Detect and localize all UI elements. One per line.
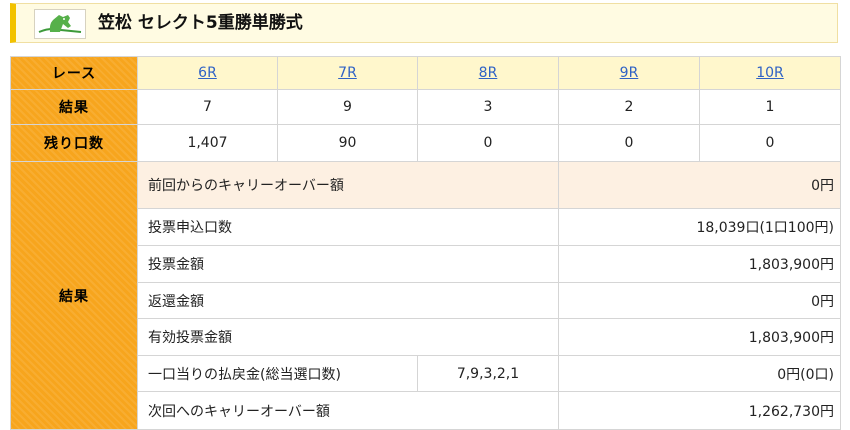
refund-value: 0円 [558, 282, 841, 319]
remaining-label: 残り口数 [10, 124, 138, 162]
carryover-out-label: 次回へのキャリーオーバー額 [137, 391, 559, 430]
carryover-in-label: 前回からのキャリーオーバー額 [137, 161, 559, 209]
payout-combination: 7,9,3,2,1 [417, 355, 559, 392]
result-label: 結果 [10, 89, 138, 125]
vote-amount-label: 投票金額 [137, 245, 559, 283]
remaining-value: 0 [699, 124, 841, 162]
tickets-label: 投票申込口数 [137, 208, 559, 246]
result-value: 1 [699, 89, 841, 125]
horse-head-logo-icon [34, 9, 86, 39]
race-label: レース [10, 56, 138, 90]
carryover-out-value: 1,262,730円 [558, 391, 841, 430]
result-value: 3 [417, 89, 559, 125]
result-value: 7 [137, 89, 278, 125]
refund-label: 返還金額 [137, 282, 559, 319]
result-value: 2 [558, 89, 700, 125]
result-value: 9 [277, 89, 418, 125]
race-link-8r[interactable]: 8R [417, 56, 559, 90]
race-link-9r[interactable]: 9R [558, 56, 700, 90]
payout-label: 一口当りの払戻金(総当選口数) [137, 355, 418, 392]
result-row: 結果 7 9 3 2 1 [10, 89, 841, 125]
page-header: 笠松 セレクト5重勝単勝式 [10, 3, 838, 43]
carryover-in-value: 0円 [558, 161, 841, 209]
remaining-value: 0 [558, 124, 700, 162]
remaining-value: 0 [417, 124, 559, 162]
race-link-6r[interactable]: 6R [137, 56, 278, 90]
remaining-row: 残り口数 1,407 90 0 0 0 [10, 124, 841, 162]
valid-amount-label: 有効投票金額 [137, 318, 559, 356]
remaining-value: 90 [277, 124, 418, 162]
valid-amount-value: 1,803,900円 [558, 318, 841, 356]
race-link-7r[interactable]: 7R [277, 56, 418, 90]
results-table: レース 6R 7R 8R 9R 10R 結果 7 9 3 2 1 残り口数 1,… [10, 56, 841, 430]
page-title: 笠松 セレクト5重勝単勝式 [98, 13, 303, 33]
remaining-value: 1,407 [137, 124, 278, 162]
summary-label: 結果 [10, 161, 138, 430]
race-link-10r[interactable]: 10R [699, 56, 841, 90]
payout-value: 0円(0口) [558, 355, 841, 392]
carryover-in-row: 結果 前回からのキャリーオーバー額 0円 [10, 161, 841, 430]
vote-amount-value: 1,803,900円 [558, 245, 841, 283]
race-header-row: レース 6R 7R 8R 9R 10R [10, 56, 841, 90]
tickets-value: 18,039口(1口100円) [558, 208, 841, 246]
